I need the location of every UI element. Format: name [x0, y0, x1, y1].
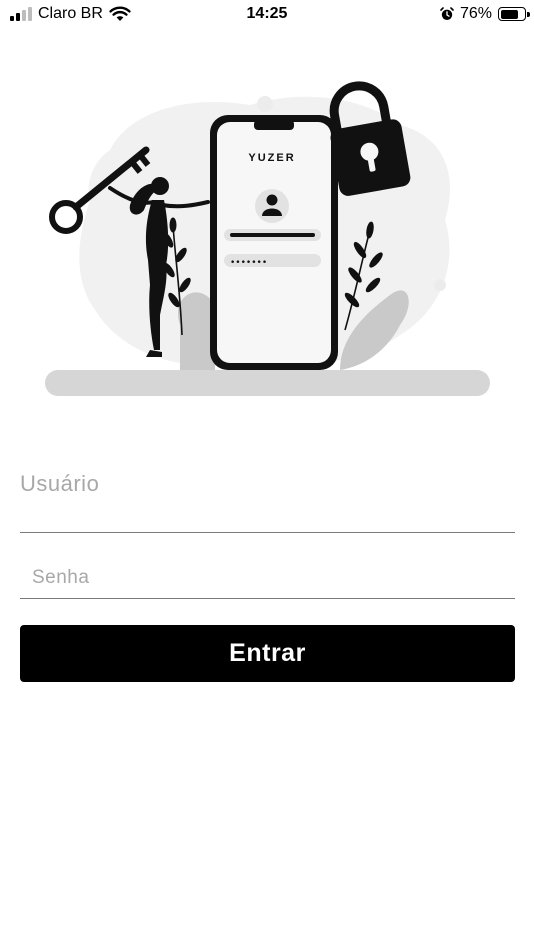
username-field [20, 455, 515, 533]
phone-icon: YUZER ••••••• [210, 115, 338, 370]
password-field [20, 560, 515, 599]
status-bar: Claro BR 14:25 76% [0, 0, 534, 30]
status-right: 76% [440, 4, 530, 24]
battery-percent: 76% [459, 5, 492, 22]
alarm-icon [440, 7, 454, 20]
password-input[interactable] [20, 560, 515, 596]
phone-brand: YUZER [248, 152, 295, 164]
login-button[interactable]: Entrar [20, 625, 515, 682]
username-input[interactable] [20, 455, 515, 505]
phone-password-mask: ••••••• [230, 258, 267, 268]
battery-icon [498, 7, 530, 21]
login-illustration: YUZER ••••••• [45, 81, 490, 396]
